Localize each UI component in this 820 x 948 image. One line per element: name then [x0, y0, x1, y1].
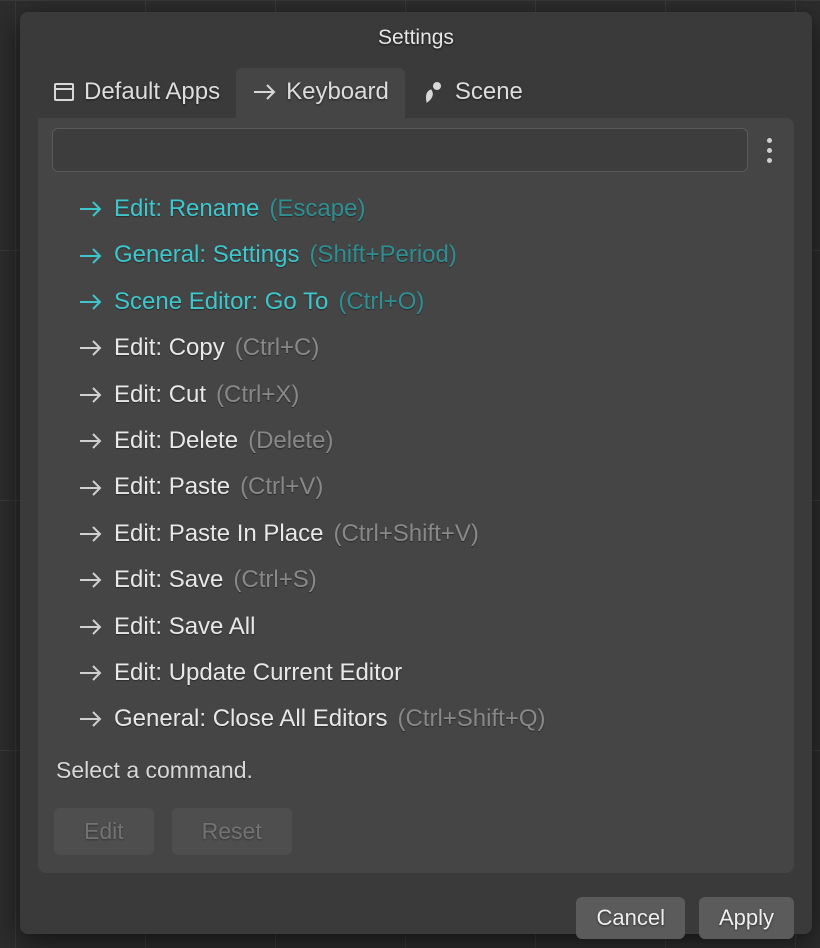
tab-label: Keyboard: [286, 78, 389, 106]
command-shortcut: (Ctrl+Shift+Q): [397, 700, 545, 738]
command-label: Edit: Paste In Place: [114, 515, 323, 553]
command-item[interactable]: Edit: Delete (Delete): [78, 418, 774, 464]
tab-scene[interactable]: Scene: [405, 68, 539, 118]
edit-button[interactable]: Edit: [54, 808, 154, 855]
command-item[interactable]: Edit: Cut (Ctrl+X): [78, 372, 774, 418]
apply-button[interactable]: Apply: [699, 897, 794, 939]
tab-keyboard[interactable]: Keyboard: [236, 68, 405, 118]
command-shortcut: (Ctrl+Shift+V): [333, 515, 478, 553]
command-label: Edit: Cut: [114, 376, 206, 414]
command-label: Edit: Delete: [114, 422, 238, 460]
command-label: Edit: Rename: [114, 190, 259, 228]
dialog-title: Settings: [20, 12, 812, 60]
search-row: [52, 128, 780, 172]
more-menu-button[interactable]: [758, 132, 780, 169]
scene-icon: [421, 80, 447, 104]
reset-button[interactable]: Reset: [172, 808, 292, 855]
command-label: Edit: Save: [114, 561, 223, 599]
command-label: General: Settings: [114, 236, 299, 274]
command-shortcut: (Ctrl+X): [216, 376, 299, 414]
command-item[interactable]: Edit: Paste In Place (Ctrl+Shift+V): [78, 511, 774, 557]
command-item[interactable]: Edit: Update Current Editor: [78, 650, 774, 696]
command-label: Edit: Update Current Editor: [114, 654, 402, 692]
tab-label: Scene: [455, 78, 523, 106]
tab-label: Default Apps: [84, 78, 220, 106]
tab-default-apps[interactable]: Default Apps: [36, 68, 236, 118]
arrow-right-icon: [252, 80, 278, 104]
keyboard-panel: Edit: Rename (Escape) General: Settings (Sh…: [38, 118, 794, 873]
arrow-right-icon: [78, 198, 104, 220]
command-item[interactable]: Edit: Save All: [78, 604, 774, 650]
status-text: Select a command.: [52, 743, 780, 804]
arrow-right-icon: [78, 337, 104, 359]
command-shortcut: (Escape): [269, 190, 365, 228]
arrow-right-icon: [78, 523, 104, 545]
settings-dialog: Settings Default Apps Keyboard: [20, 12, 812, 934]
command-shortcut: (Delete): [248, 422, 333, 460]
window-icon: [52, 80, 76, 104]
panel-buttons: Edit Reset: [52, 804, 780, 855]
tabs-row: Default Apps Keyboard Scene: [20, 60, 812, 118]
command-item[interactable]: General: Close All Editors (Ctrl+Shift+Q): [78, 696, 774, 742]
arrow-right-icon: [78, 430, 104, 452]
cancel-button[interactable]: Cancel: [576, 897, 684, 939]
command-item[interactable]: Scene Editor: Go To (Ctrl+O): [78, 279, 774, 325]
command-item[interactable]: Edit: Rename (Escape): [78, 186, 774, 232]
arrow-right-icon: [78, 245, 104, 267]
arrow-right-icon: [78, 616, 104, 638]
command-shortcut: (Ctrl+S): [233, 561, 316, 599]
command-list: Edit: Rename (Escape) General: Settings (Sh…: [52, 182, 780, 743]
command-label: Scene Editor: Go To: [114, 283, 328, 321]
kebab-icon: [767, 138, 772, 143]
command-item[interactable]: General: Settings (Shift+Period): [78, 232, 774, 278]
command-label: Edit: Paste: [114, 468, 230, 506]
arrow-right-icon: [78, 569, 104, 591]
arrow-right-icon: [78, 662, 104, 684]
arrow-right-icon: [78, 477, 104, 499]
dialog-footer: Cancel Apply: [20, 885, 812, 945]
command-item[interactable]: Edit: Copy (Ctrl+C): [78, 325, 774, 371]
command-item[interactable]: Edit: Paste (Ctrl+V): [78, 464, 774, 510]
command-shortcut: (Ctrl+V): [240, 468, 323, 506]
arrow-right-icon: [78, 708, 104, 730]
command-label: Edit: Copy: [114, 329, 225, 367]
command-shortcut: (Ctrl+O): [338, 283, 424, 321]
arrow-right-icon: [78, 291, 104, 313]
search-input[interactable]: [52, 128, 748, 172]
command-label: General: Close All Editors: [114, 700, 387, 738]
command-label: Edit: Save All: [114, 608, 255, 646]
arrow-right-icon: [78, 384, 104, 406]
command-shortcut: (Ctrl+C): [235, 329, 320, 367]
command-shortcut: (Shift+Period): [309, 236, 456, 274]
command-item[interactable]: Edit: Save (Ctrl+S): [78, 557, 774, 603]
